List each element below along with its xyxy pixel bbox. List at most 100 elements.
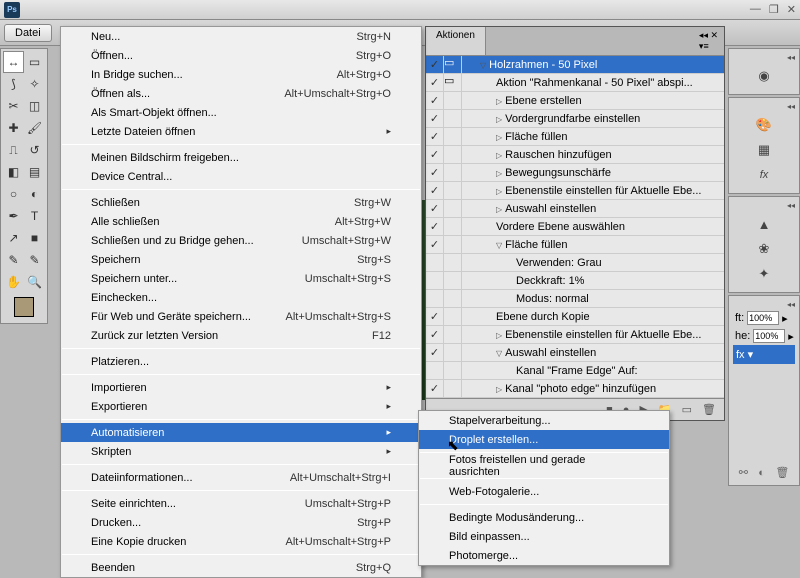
file-menu-button[interactable]: Datei [4, 24, 52, 42]
action-row[interactable]: ✓▷Bewegungsunschärfe [426, 164, 724, 182]
action-toggle-checkbox[interactable]: ✓ [426, 380, 444, 397]
submenu-item[interactable]: Stapelverarbeitung... [419, 411, 669, 430]
hand-tool[interactable]: ✋ [3, 271, 24, 293]
menu-item[interactable]: Einchecken... [61, 288, 421, 307]
action-dialog-checkbox[interactable] [444, 326, 462, 343]
swatches-icon[interactable]: ▦ [753, 139, 775, 161]
action-dialog-checkbox[interactable] [444, 344, 462, 361]
action-toggle-checkbox[interactable]: ✓ [426, 326, 444, 343]
slice-tool[interactable]: ◫ [24, 95, 45, 117]
menu-item[interactable]: Device Central... [61, 167, 421, 186]
eraser-tool[interactable]: ◧ [3, 161, 24, 183]
shape-tool[interactable]: ■ [24, 227, 45, 249]
disclosure-triangle-icon[interactable]: ▷ [496, 133, 502, 142]
action-dialog-checkbox[interactable] [444, 380, 462, 397]
submenu-item[interactable]: Bild einpassen... [419, 527, 669, 546]
menu-item[interactable]: Öffnen als...Alt+Umschalt+Strg+O [61, 84, 421, 103]
para-icon[interactable]: ❀ [753, 238, 775, 260]
action-dialog-checkbox[interactable] [444, 146, 462, 163]
zoom-tool[interactable]: 🔍 [24, 271, 45, 293]
action-dialog-checkbox[interactable] [444, 110, 462, 127]
action-dialog-checkbox[interactable] [444, 164, 462, 181]
navigator-icon[interactable]: ◉ [753, 65, 775, 87]
disclosure-triangle-icon[interactable]: ▷ [496, 385, 502, 394]
menu-item[interactable]: Speichern unter...Umschalt+Strg+S [61, 269, 421, 288]
menu-item[interactable]: Meinen Bildschirm freigeben... [61, 148, 421, 167]
action-row[interactable]: ✓▽Auswahl einstellen [426, 344, 724, 362]
submenu-item[interactable]: Bedingte Modusänderung... [419, 508, 669, 527]
action-row[interactable]: Deckkraft: 1% [426, 272, 724, 290]
panel-menu-icon[interactable]: ◂◂ ✕▾≡ [693, 27, 724, 55]
disclosure-triangle-icon[interactable]: ▽ [496, 349, 502, 358]
disclosure-triangle-icon[interactable]: ▽ [496, 241, 502, 250]
action-row[interactable]: ✓▽Fläche füllen [426, 236, 724, 254]
menu-item[interactable]: Eine Kopie druckenAlt+Umschalt+Strg+P [61, 532, 421, 551]
action-dialog-checkbox[interactable] [444, 272, 462, 289]
gradient-tool[interactable]: ▤ [24, 161, 45, 183]
wand-tool[interactable]: ✧ [24, 73, 45, 95]
action-row[interactable]: ✓▭▽Holzrahmen - 50 Pixel [426, 56, 724, 74]
brush-tool[interactable]: 🖌 [24, 117, 45, 139]
eyedropper-tool[interactable]: ✎ [24, 249, 45, 271]
menu-item[interactable]: Für Web und Geräte speichern...Alt+Umsch… [61, 307, 421, 326]
action-row[interactable]: ✓▷Rauschen hinzufügen [426, 146, 724, 164]
brush-icon[interactable]: ✦ [753, 263, 775, 285]
action-dialog-checkbox[interactable]: ▭ [444, 56, 462, 73]
menu-item[interactable]: Schließen und zu Bridge gehen...Umschalt… [61, 231, 421, 250]
menu-item[interactable]: SpeichernStrg+S [61, 250, 421, 269]
foreground-color-swatch[interactable] [14, 297, 34, 317]
minimize-button[interactable]: — [750, 3, 761, 16]
new-action-button[interactable]: ▭ [682, 403, 692, 416]
action-toggle-checkbox[interactable]: ✓ [426, 146, 444, 163]
lasso-tool[interactable]: ⟆ [3, 73, 24, 95]
link-icon[interactable]: ⚯ [739, 466, 748, 479]
action-dialog-checkbox[interactable] [444, 128, 462, 145]
action-dialog-checkbox[interactable] [444, 200, 462, 217]
menu-item[interactable]: Öffnen...Strg+O [61, 46, 421, 65]
heal-tool[interactable]: ✚ [3, 117, 24, 139]
char-icon[interactable]: ▲ [753, 213, 775, 235]
action-toggle-checkbox[interactable]: ✓ [426, 182, 444, 199]
action-toggle-checkbox[interactable]: ✓ [426, 128, 444, 145]
action-row[interactable]: ✓▷Vordergrundfarbe einstellen [426, 110, 724, 128]
menu-item[interactable]: In Bridge suchen...Alt+Strg+O [61, 65, 421, 84]
action-dialog-checkbox[interactable]: ▭ [444, 74, 462, 91]
disclosure-triangle-icon[interactable]: ▽ [480, 61, 486, 70]
marquee-tool[interactable]: ▭ [24, 51, 45, 73]
fill-arrow-icon[interactable]: ▸ [788, 330, 794, 343]
pen-tool[interactable]: ✒ [3, 205, 24, 227]
menu-item[interactable]: Letzte Dateien öffnen [61, 122, 421, 141]
opacity-arrow-icon[interactable]: ▸ [782, 312, 788, 325]
maximize-button[interactable]: ❐ [769, 3, 779, 16]
layer-row[interactable]: fx▾ [733, 345, 795, 364]
menu-item[interactable]: Drucken...Strg+P [61, 513, 421, 532]
action-toggle-checkbox[interactable] [426, 254, 444, 271]
disclosure-triangle-icon[interactable]: ▷ [496, 115, 502, 124]
action-toggle-checkbox[interactable]: ✓ [426, 308, 444, 325]
menu-item[interactable]: Zurück zur letzten VersionF12 [61, 326, 421, 345]
action-row[interactable]: ✓▷Ebene erstellen [426, 92, 724, 110]
opacity-input[interactable] [747, 311, 779, 325]
action-toggle-checkbox[interactable]: ✓ [426, 56, 444, 73]
styles-icon[interactable]: fx [753, 164, 775, 186]
action-row[interactable]: ✓Ebene durch Kopie [426, 308, 724, 326]
disclosure-triangle-icon[interactable]: ▷ [496, 169, 502, 178]
action-toggle-checkbox[interactable]: ✓ [426, 218, 444, 235]
action-toggle-checkbox[interactable] [426, 362, 444, 379]
menu-item[interactable]: Platzieren... [61, 352, 421, 371]
action-toggle-checkbox[interactable]: ✓ [426, 344, 444, 361]
action-toggle-checkbox[interactable]: ✓ [426, 110, 444, 127]
action-toggle-checkbox[interactable]: ✓ [426, 74, 444, 91]
fill-input[interactable] [753, 329, 785, 343]
menu-item[interactable]: Alle schließenAlt+Strg+W [61, 212, 421, 231]
action-dialog-checkbox[interactable] [444, 182, 462, 199]
blur-tool[interactable]: ○ [3, 183, 24, 205]
action-row[interactable]: ✓Vordere Ebene auswählen [426, 218, 724, 236]
delete-button[interactable]: 🗑 [702, 403, 716, 416]
disclosure-triangle-icon[interactable]: ▷ [496, 205, 502, 214]
action-dialog-checkbox[interactable] [444, 362, 462, 379]
action-dialog-checkbox[interactable] [444, 254, 462, 271]
menu-item[interactable]: Importieren [61, 378, 421, 397]
action-dialog-checkbox[interactable] [444, 236, 462, 253]
action-row[interactable]: Modus: normal [426, 290, 724, 308]
